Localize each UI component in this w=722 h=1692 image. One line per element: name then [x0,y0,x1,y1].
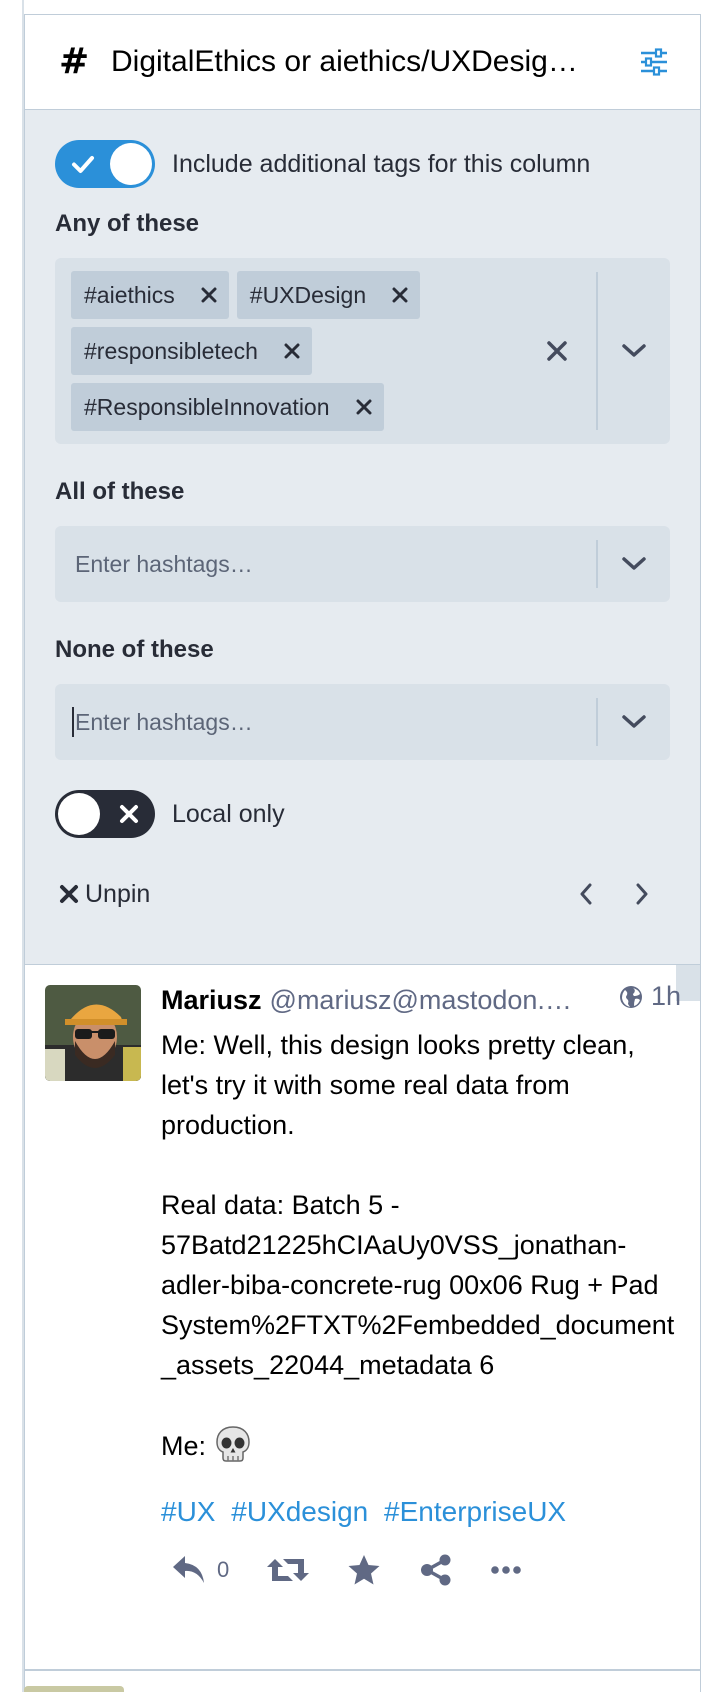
chevron-down-icon [622,715,646,728]
unpin-label: Unpin [85,879,151,908]
star-icon [348,1555,380,1585]
status-action-bar: 0 [161,1550,681,1590]
adjacent-column-edge [0,0,24,1692]
column-settings-panel: Include additional tags for this column … [25,110,700,965]
favourite-button[interactable] [347,1554,381,1586]
check-icon [72,156,94,173]
tag-chip: #ResponsibleInnovation [71,383,384,431]
hashtag-link[interactable]: #UXdesign [231,1496,368,1527]
text-caret [72,707,74,737]
all-of-label: All of these [55,478,185,505]
share-icon [421,1554,451,1586]
any-of-select[interactable]: #aiethics #UXDesign #responsibletech #Re… [55,258,670,444]
toggle-knob [110,143,152,185]
ellipsis-icon [491,1566,522,1574]
additional-tags-row: Include additional tags for this column [55,140,670,188]
status-hashtags: #UX #UXdesign #EnterpriseUX [161,1496,681,1528]
tag-chip-label: #ResponsibleInnovation [84,393,330,420]
close-icon [547,341,567,361]
move-left-button[interactable] [558,882,614,906]
display-name[interactable]: Mariusz [161,985,262,1016]
remove-tag-icon[interactable] [392,287,408,303]
any-of-tag-area[interactable]: #aiethics #UXDesign #responsibletech #Re… [55,258,518,444]
tag-chip-label: #responsibletech [84,337,258,364]
remove-tag-icon[interactable] [201,287,217,303]
none-of-select[interactable] [55,684,670,760]
column-move-buttons [558,882,670,906]
status-paragraph-text: Me: [161,1431,214,1461]
all-of-input[interactable] [55,526,596,602]
column-title[interactable]: DigitalEthics or aiethics/UXDesig… [111,45,614,79]
status-paragraph: Me: Well, this design looks pretty clean… [161,1030,635,1140]
hashtag-link[interactable]: #UX [161,1496,215,1527]
local-only-toggle[interactable] [55,790,155,838]
sliders-icon[interactable] [638,46,670,78]
all-of-dropdown-button[interactable] [598,526,670,602]
remove-tag-icon[interactable] [356,399,372,415]
tag-chip: #UXDesign [236,271,421,319]
close-icon [60,885,78,903]
status-body: Mariusz @mariusz@mastodon.… 1h Me: Well,… [161,981,681,1590]
additional-tags-toggle[interactable] [55,140,155,188]
reply-button[interactable]: 0 [171,1554,229,1586]
status-meta: 1h [619,981,681,1012]
chevron-right-icon [636,883,648,905]
avatar[interactable] [45,985,141,1081]
toggle-knob [58,793,100,835]
chevron-left-icon [580,883,592,905]
status[interactable]: Mariusz @mariusz@mastodon.… 1h Me: Well,… [25,965,700,1683]
tag-chip-label: #aiethics [84,281,175,308]
globe-icon [619,985,642,1008]
share-button[interactable] [419,1554,453,1586]
chevron-down-icon [622,344,646,357]
boost-button[interactable] [267,1555,310,1585]
close-icon [120,805,138,823]
all-of-select[interactable] [55,526,670,602]
hashtag-column: # DigitalEthics or aiethics/UXDesig… Inc… [24,14,701,1692]
reply-icon [173,1556,204,1583]
skull-emoji-icon [215,1426,250,1462]
unpin-button[interactable]: Unpin [55,880,150,909]
remove-tag-icon[interactable] [284,343,300,359]
hashtag-link[interactable]: #EnterpriseUX [384,1496,566,1527]
status-divider [25,1669,700,1671]
status-paragraph: Me: [161,1425,681,1466]
status-header[interactable]: Mariusz @mariusz@mastodon.… 1h [161,981,681,1025]
boost-icon [267,1559,310,1581]
local-only-row: Local only [55,790,670,838]
hashtag-icon: # [59,41,90,82]
move-right-button[interactable] [614,882,670,906]
status-content: Me: Well, this design looks pretty clean… [161,1025,681,1466]
tag-chip: #responsibletech [71,327,312,375]
next-status-avatar-peek [24,1686,124,1692]
column-header[interactable]: # DigitalEthics or aiethics/UXDesig… [25,14,700,110]
status-time[interactable]: 1h [651,981,681,1012]
reply-count: 0 [217,1557,230,1582]
tag-chip-label: #UXDesign [249,281,367,308]
chevron-down-icon [622,557,646,570]
none-of-input[interactable] [55,684,596,760]
additional-tags-label: Include additional tags for this column [172,149,591,178]
local-only-label: Local only [172,799,285,828]
any-of-label: Any of these [55,210,200,237]
status-paragraph: Real data: Batch 5 - 57Batd21225hCIAaUy0… [161,1190,675,1380]
account-handle[interactable]: @mariusz@mastodon.… [270,985,607,1016]
none-of-label: None of these [55,636,214,663]
more-button[interactable] [491,1565,522,1575]
column-settings-footer: Unpin [55,874,670,914]
any-of-dropdown-button[interactable] [598,258,670,444]
tag-chip: #aiethics [71,271,229,319]
none-of-dropdown-button[interactable] [598,684,670,760]
clear-tags-button[interactable] [518,258,596,444]
